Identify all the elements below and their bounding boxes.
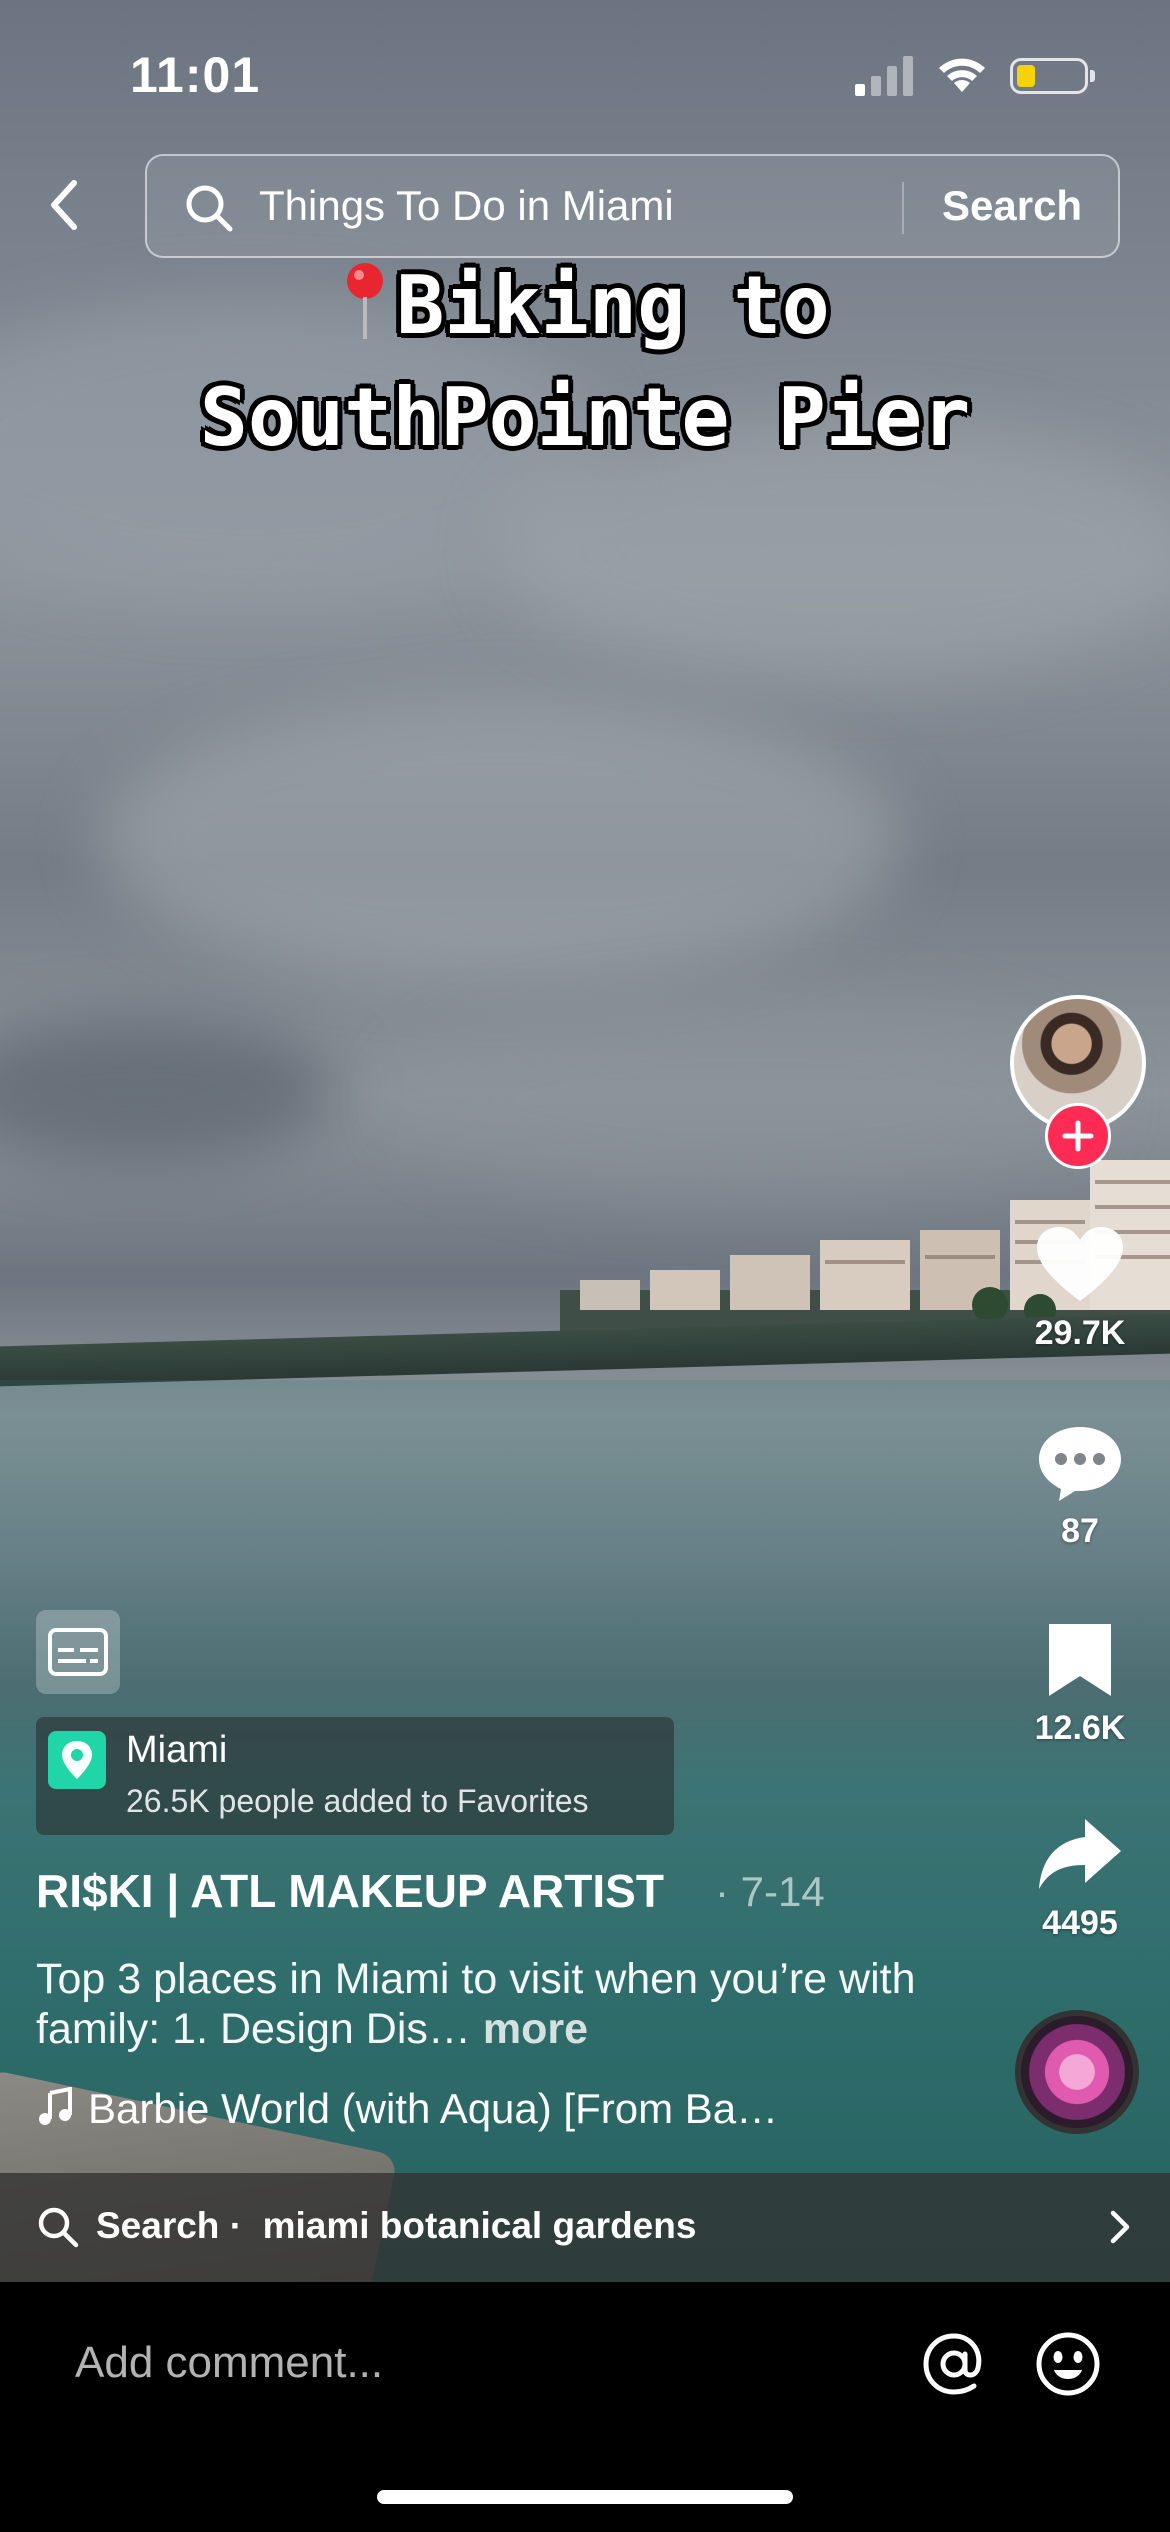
share-count: 4495 bbox=[1042, 1904, 1118, 1942]
chevron-right-icon bbox=[1110, 2210, 1130, 2244]
music-title: Barbie World (with Aqua) [From Ba… bbox=[88, 2085, 779, 2132]
location-pin-icon bbox=[48, 1731, 106, 1789]
video-description[interactable]: Top 3 places in Miami to visit when you’… bbox=[36, 1954, 936, 2054]
cloud bbox=[0, 1020, 340, 1160]
author-name[interactable]: RI$KI | ATL MAKEUP ARTIST bbox=[36, 1864, 664, 1918]
battery-icon bbox=[1010, 58, 1095, 94]
post-date: · 7-14 bbox=[715, 1868, 825, 1915]
video-overlay-title: Biking to SouthPointe Pier bbox=[0, 250, 1170, 474]
mention-icon[interactable] bbox=[920, 2330, 988, 2398]
search-button[interactable]: Search bbox=[942, 182, 1082, 230]
red-pin-icon bbox=[347, 263, 384, 339]
overlay-line-1: Biking to bbox=[0, 250, 1170, 362]
save-count: 12.6K bbox=[1034, 1709, 1126, 1747]
music-disc[interactable] bbox=[1015, 2010, 1139, 2134]
captions-button[interactable] bbox=[36, 1610, 120, 1694]
search-query[interactable]: Things To Do in Miami bbox=[259, 182, 674, 230]
follow-button[interactable] bbox=[1045, 1103, 1111, 1169]
suggestion-term: miami botanical gardens bbox=[262, 2205, 697, 2246]
comment-input[interactable]: Add comment... bbox=[75, 2338, 383, 2388]
music-note-icon bbox=[39, 2087, 72, 2125]
music-info[interactable]: Barbie World (with Aqua) [From Ba… bbox=[36, 2085, 778, 2133]
search-icon bbox=[186, 185, 233, 232]
description-text: Top 3 places in Miami to visit when you’… bbox=[36, 1955, 916, 2053]
wifi-icon bbox=[939, 58, 985, 92]
plus-icon bbox=[1062, 1120, 1094, 1152]
location-card[interactable]: Miami 26.5K people added to Favorites bbox=[36, 1717, 674, 1835]
share-arrow-icon bbox=[1039, 1819, 1121, 1889]
share-button[interactable]: 4495 bbox=[1010, 1815, 1150, 1943]
like-button[interactable]: 29.7K bbox=[1010, 1225, 1150, 1353]
comment-button[interactable]: 87 bbox=[1010, 1423, 1150, 1551]
heart-icon bbox=[1037, 1227, 1123, 1301]
overlay-line-1-text: Biking to bbox=[396, 259, 830, 352]
overlay-line-2: SouthPointe Pier bbox=[199, 371, 971, 464]
bookmark-icon bbox=[1049, 1624, 1111, 1696]
location-subtitle: 26.5K people added to Favorites bbox=[126, 1783, 589, 1819]
cloud bbox=[100, 700, 900, 980]
emoji-icon[interactable] bbox=[1034, 2330, 1102, 2398]
suggestion-label: Search · miami botanical gardens bbox=[96, 2205, 696, 2247]
more-link[interactable]: more bbox=[483, 2005, 588, 2053]
comment-bubble-icon bbox=[1039, 1427, 1121, 1501]
location-name: Miami bbox=[126, 1729, 228, 1771]
comment-count: 87 bbox=[1061, 1512, 1099, 1550]
search-bar[interactable]: Things To Do in Miami Search bbox=[145, 154, 1120, 258]
status-bar: 11:01 bbox=[0, 0, 1170, 150]
captions-icon bbox=[48, 1628, 108, 1676]
search-suggestion-bar[interactable]: Search · miami botanical gardens bbox=[0, 2173, 1170, 2282]
suggestion-prefix: Search · bbox=[96, 2205, 243, 2246]
search-divider bbox=[902, 182, 904, 234]
save-button[interactable]: 12.6K bbox=[1010, 1620, 1150, 1748]
search-icon bbox=[38, 2207, 79, 2248]
back-arrow-icon[interactable] bbox=[40, 175, 90, 235]
cellular-signal-icon bbox=[855, 56, 913, 96]
status-time: 11:01 bbox=[130, 47, 261, 103]
home-indicator bbox=[377, 2490, 793, 2504]
like-count: 29.7K bbox=[1034, 1314, 1126, 1352]
